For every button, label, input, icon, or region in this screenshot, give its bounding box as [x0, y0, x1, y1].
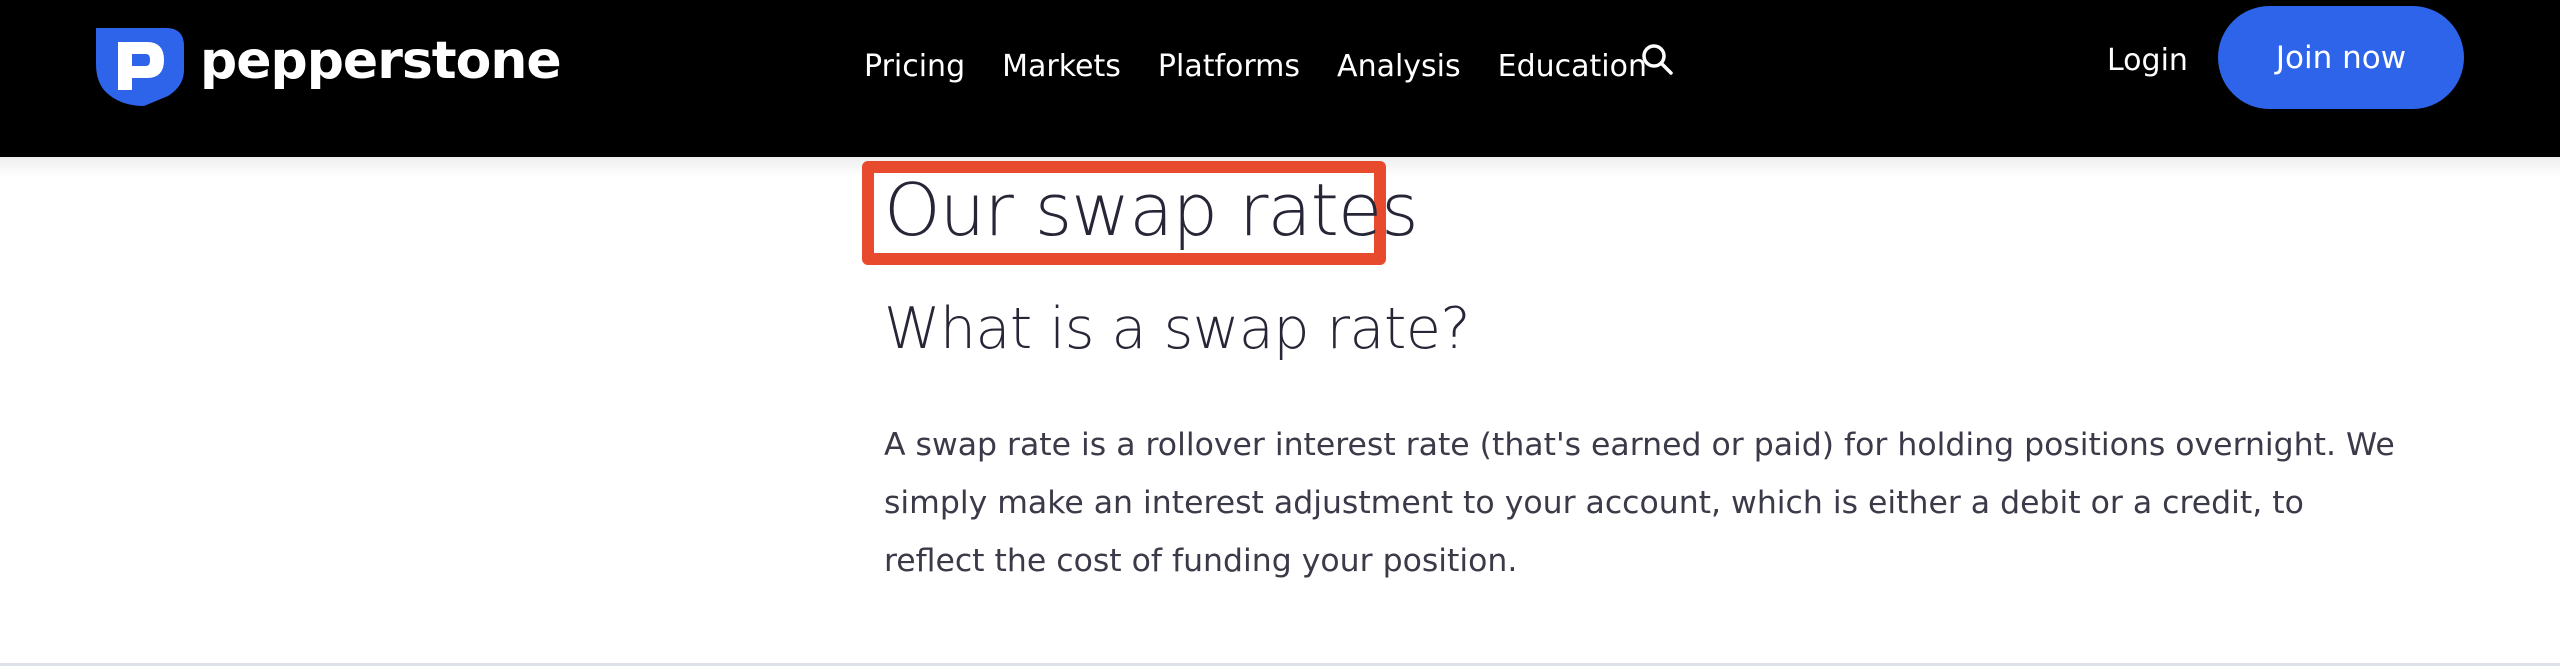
nav-item-markets[interactable]: Markets	[1002, 49, 1121, 84]
page-title: Our swap rates	[884, 168, 1419, 252]
join-now-button[interactable]: Join now	[2218, 6, 2464, 109]
swap-rate-description: A swap rate is a rollover interest rate …	[884, 427, 2395, 579]
section-heading: What is a swap rate?	[884, 296, 1471, 362]
nav-item-platforms[interactable]: Platforms	[1158, 49, 1300, 84]
search-button[interactable]	[1640, 42, 1676, 78]
login-link[interactable]: Login	[2107, 43, 2188, 78]
nav-item-pricing[interactable]: Pricing	[864, 49, 965, 84]
divider	[0, 663, 2560, 666]
nav-item-education[interactable]: Education	[1498, 49, 1647, 84]
site-header: pepperstone Pricing Markets Platforms An…	[0, 0, 2560, 157]
pepperstone-logo-icon	[96, 28, 184, 106]
search-icon	[1642, 44, 1673, 75]
nav-item-analysis[interactable]: Analysis	[1337, 49, 1461, 84]
brand-wordmark: pepperstone	[200, 31, 562, 91]
brand-logo[interactable]: pepperstone	[92, 24, 562, 106]
main-nav: Pricing Markets Platforms Analysis Educa…	[864, 44, 1647, 88]
